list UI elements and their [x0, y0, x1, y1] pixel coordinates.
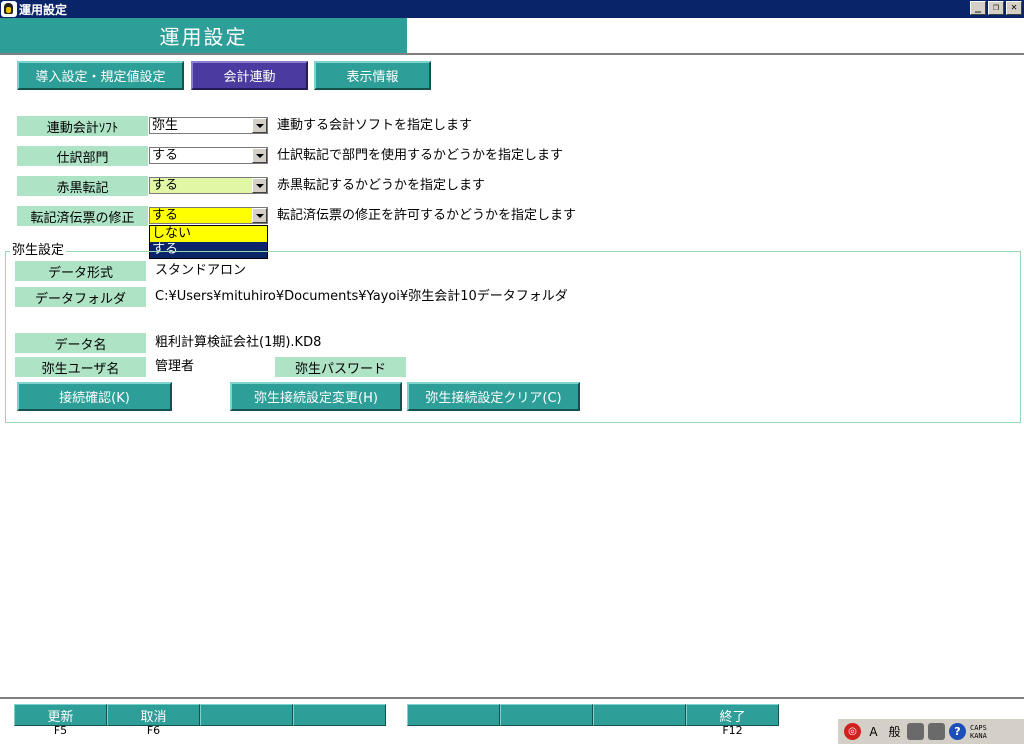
red-black-posting-select[interactable]: する	[149, 177, 268, 194]
data-folder-label: データフォルダ	[15, 287, 146, 307]
setting-desc-red-black-posting: 赤黒転記するかどうかを指定します	[277, 178, 486, 193]
kana-indicator: KANA	[970, 731, 987, 740]
restore-button[interactable]: ❐	[988, 1, 1004, 15]
connection-check-button[interactable]: 接続確認(K)	[17, 382, 172, 411]
posted-slip-edit-value: する	[152, 208, 179, 223]
fkey-f7-button[interactable]	[200, 704, 293, 726]
chevron-down-icon[interactable]	[252, 208, 267, 223]
yayoi-user-value: 管理者	[155, 359, 195, 374]
yayoi-connection-clear-button[interactable]: 弥生接続設定クリア(C)	[407, 382, 580, 411]
chevron-down-icon[interactable]	[252, 148, 267, 163]
data-format-value: スタンドアロン	[155, 263, 247, 278]
fkey-update-button[interactable]: 更新	[14, 704, 107, 726]
fkey-f10-button[interactable]	[500, 704, 593, 726]
setting-label-red-black-posting: 赤黒転記	[17, 176, 148, 196]
tab-accounting-link[interactable]: 会計連動	[191, 61, 308, 90]
chevron-down-icon[interactable]	[252, 178, 267, 193]
setting-label-accounting-software: 連動会計ｿﾌﾄ	[17, 116, 148, 136]
window-titlebar: 運用設定 _ ❐ ✕	[0, 0, 1024, 18]
tab-display-info[interactable]: 表示情報	[314, 61, 431, 90]
setting-desc-posted-slip-edit: 転記済伝票の修正を許可するかどうかを指定します	[277, 208, 577, 223]
journal-department-select[interactable]: する	[149, 147, 268, 164]
ime-conversion-mode[interactable]: 般	[886, 723, 903, 740]
yayoi-user-label: 弥生ユーザ名	[15, 357, 146, 377]
help-icon[interactable]: ?	[949, 723, 966, 740]
ime-toolbar: ◎ A 般 ? CAPS KANA	[838, 718, 1024, 744]
data-format-label: データ形式	[15, 261, 146, 281]
fkey-f9-button[interactable]	[407, 704, 500, 726]
close-button[interactable]: ✕	[1006, 1, 1022, 15]
tab-initial-settings[interactable]: 導入設定・規定値設定	[17, 61, 184, 90]
setting-label-posted-slip-edit: 転記済伝票の修正	[17, 206, 148, 226]
caps-kana-indicator: CAPS KANA	[970, 724, 987, 740]
data-folder-value: C:¥Users¥mituhiro¥Documents¥Yayoi¥弥生会計10…	[155, 289, 568, 304]
window-controls: _ ❐ ✕	[970, 1, 1022, 15]
ime-pad-icon[interactable]	[928, 723, 945, 740]
fkey-update-key: F5	[53, 724, 68, 737]
setting-desc-accounting-software: 連動する会計ソフトを指定します	[277, 118, 473, 133]
ime-tool-icon[interactable]	[907, 723, 924, 740]
data-name-value: 粗利計算検証会社(1期).KD8	[155, 335, 322, 350]
ime-input-mode[interactable]: A	[865, 723, 882, 740]
yayoi-password-label: 弥生パスワード	[275, 357, 406, 377]
fkey-cancel-key: F6	[146, 724, 161, 737]
fkey-f11-button[interactable]	[593, 704, 686, 726]
page-title: 運用設定	[0, 18, 407, 53]
red-black-posting-value: する	[152, 178, 179, 193]
fkey-cancel-button[interactable]: 取消	[107, 704, 200, 726]
minimize-button[interactable]: _	[970, 1, 986, 15]
dropdown-option-no[interactable]: しない	[150, 226, 267, 242]
ime-logo-icon[interactable]: ◎	[844, 723, 861, 740]
setting-desc-journal-department: 仕訳転記で部門を使用するかどうかを指定します	[277, 148, 564, 163]
posted-slip-edit-select[interactable]: する	[149, 207, 268, 224]
accounting-software-value: 弥生	[152, 118, 179, 133]
yayoi-connection-change-button[interactable]: 弥生接続設定変更(H)	[230, 382, 402, 411]
header-divider	[0, 53, 1024, 55]
fkey-f8-button[interactable]	[293, 704, 386, 726]
journal-department-value: する	[152, 148, 179, 163]
caps-indicator: CAPS	[970, 723, 987, 732]
window-title: 運用設定	[19, 2, 68, 17]
setting-label-journal-department: 仕訳部門	[17, 146, 148, 166]
chevron-down-icon[interactable]	[252, 118, 267, 133]
fkey-exit-key: F12	[722, 724, 743, 737]
accounting-software-select[interactable]: 弥生	[149, 117, 268, 134]
data-name-label: データ名	[15, 333, 146, 353]
fkey-exit-button[interactable]: 終了	[686, 704, 779, 726]
app-icon	[1, 1, 17, 17]
yayoi-settings-title: 弥生設定	[10, 243, 67, 258]
footer-divider	[0, 697, 1024, 699]
